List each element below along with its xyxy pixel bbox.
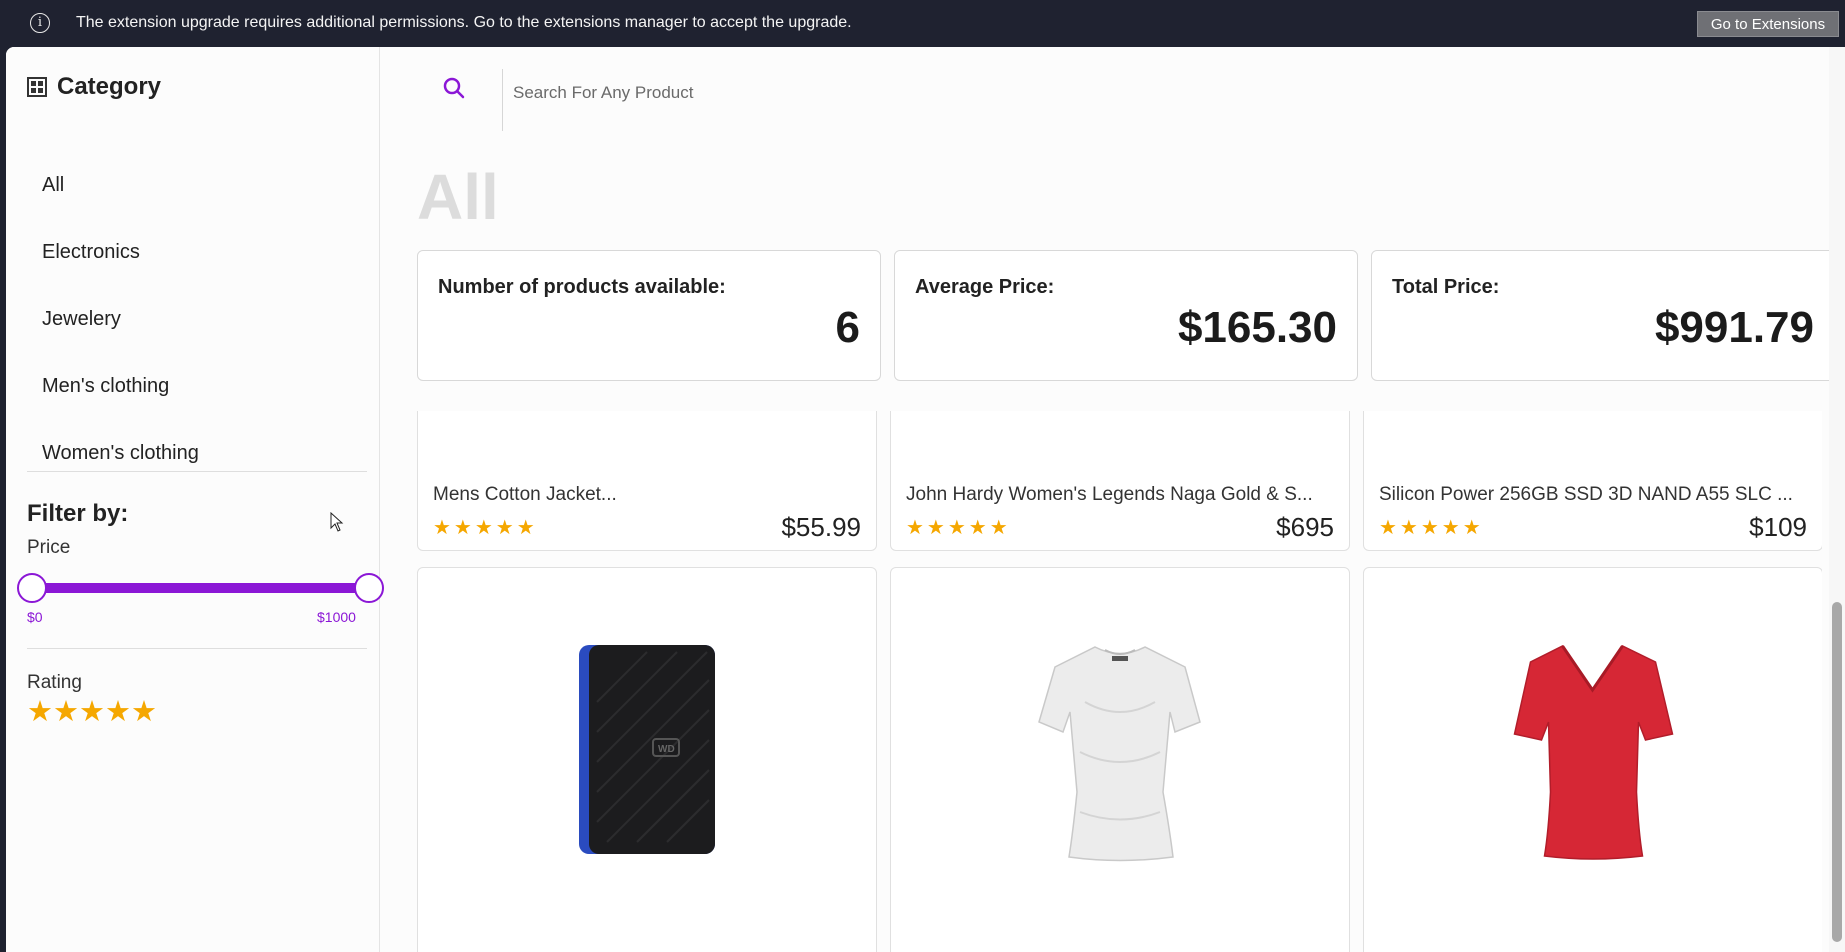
- stat-label: Total Price:: [1392, 276, 1500, 298]
- product-title: John Hardy Women's Legends Naga Gold & S…: [906, 484, 1313, 505]
- search-icon[interactable]: [443, 77, 465, 99]
- app-window: Category All Electronics Jewelery Men's …: [6, 47, 1845, 952]
- product-price: $55.99: [781, 512, 861, 542]
- product-rating-stars: ★★★★★: [433, 517, 538, 539]
- search-separator: [502, 69, 503, 131]
- product-rating-stars: ★★★★★: [1379, 517, 1484, 539]
- svg-text:WD: WD: [658, 744, 675, 755]
- product-card[interactable]: [1363, 567, 1822, 952]
- category-item-womens-clothing[interactable]: Women's clothing: [42, 442, 199, 509]
- white-tshirt-image: [1038, 646, 1201, 862]
- category-item-all[interactable]: All: [42, 174, 199, 241]
- product-price: $109: [1749, 512, 1807, 542]
- product-card[interactable]: [890, 567, 1350, 952]
- red-tshirt-image: [1513, 645, 1674, 860]
- grid-icon: [27, 77, 47, 97]
- extension-notification-bar: i The extension upgrade requires additio…: [0, 0, 1845, 47]
- stat-label: Average Price:: [915, 276, 1055, 298]
- search-input[interactable]: [513, 83, 1013, 103]
- divider: [27, 471, 367, 472]
- category-item-mens-clothing[interactable]: Men's clothing: [42, 375, 199, 442]
- category-item-electronics[interactable]: Electronics: [42, 241, 199, 308]
- go-to-extensions-button[interactable]: Go to Extensions: [1697, 11, 1839, 37]
- mouse-cursor-icon: [330, 512, 344, 532]
- search-bar: [443, 69, 1013, 131]
- page-title: All: [417, 161, 499, 233]
- info-icon: i: [30, 13, 50, 33]
- category-header: Category: [27, 73, 161, 101]
- product-card[interactable]: WD: [417, 567, 877, 952]
- product-rating-stars: ★★★★★: [906, 517, 1011, 539]
- stat-value: $991.79: [1654, 303, 1814, 352]
- slider-track: [27, 583, 367, 593]
- main-content: All Number of products available: 6 Aver…: [381, 47, 1845, 952]
- product-grid: Mens Cotton Jacket... ★★★★★ $55.99 John …: [417, 411, 1822, 952]
- stat-card-product-count: Number of products available: 6: [417, 250, 881, 381]
- product-price: $695: [1276, 512, 1334, 542]
- product-card[interactable]: Silicon Power 256GB SSD 3D NAND A55 SLC …: [1363, 411, 1822, 551]
- slider-min-handle[interactable]: [17, 573, 47, 603]
- price-min-label: $0: [27, 609, 43, 625]
- price-range-slider[interactable]: [17, 573, 384, 603]
- product-title: Mens Cotton Jacket...: [433, 484, 617, 505]
- notification-text: The extension upgrade requires additiona…: [76, 14, 852, 31]
- slider-max-handle[interactable]: [354, 573, 384, 603]
- product-card[interactable]: John Hardy Women's Legends Naga Gold & S…: [890, 411, 1350, 551]
- vertical-scrollbar[interactable]: [1829, 47, 1845, 952]
- stat-value: $165.30: [1177, 303, 1337, 352]
- category-list: All Electronics Jewelery Men's clothing …: [42, 174, 199, 509]
- external-hard-drive-image: WD: [579, 645, 715, 854]
- stat-card-total-price: Total Price: $991.79: [1371, 250, 1835, 381]
- stat-card-average-price: Average Price: $165.30: [894, 250, 1358, 381]
- scrollbar-thumb[interactable]: [1832, 602, 1842, 942]
- price-max-label: $1000: [317, 609, 356, 625]
- category-title: Category: [57, 73, 162, 100]
- category-item-jewelery[interactable]: Jewelery: [42, 308, 199, 375]
- sidebar: Category All Electronics Jewelery Men's …: [6, 47, 384, 952]
- stat-label: Number of products available:: [438, 276, 726, 298]
- product-card[interactable]: Mens Cotton Jacket... ★★★★★ $55.99: [417, 411, 877, 551]
- price-label: Price: [27, 537, 71, 558]
- product-title: Silicon Power 256GB SSD 3D NAND A55 SLC …: [1379, 484, 1793, 505]
- divider: [27, 648, 367, 649]
- filter-title: Filter by:: [27, 500, 129, 527]
- stat-value: 6: [835, 303, 860, 352]
- rating-filter-stars[interactable]: ★★★★★: [27, 694, 157, 729]
- rating-label: Rating: [27, 672, 82, 693]
